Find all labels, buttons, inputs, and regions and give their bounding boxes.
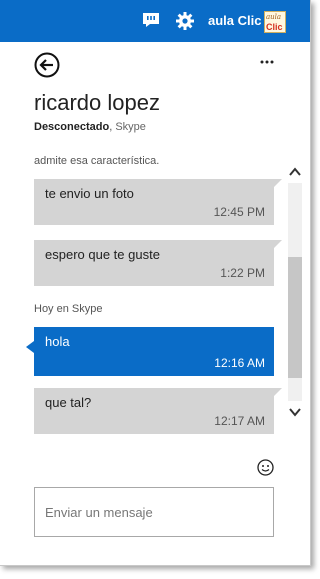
user-name[interactable]: aula Clic <box>208 13 261 28</box>
message-icon[interactable] <box>142 12 160 28</box>
avatar-text-top: aula <box>266 13 282 21</box>
message-time: 12:45 PM <box>213 205 265 219</box>
contact-status: Desconectado <box>34 121 110 133</box>
more-options-icon[interactable] <box>259 56 275 68</box>
back-arrow-icon[interactable] <box>34 52 60 78</box>
scroll-down-icon[interactable] <box>289 407 301 417</box>
contact-status-line: Desconectado, Skype <box>34 121 146 133</box>
message-bubble-sent[interactable]: hola 12:16 AM <box>26 327 274 376</box>
message-bubble[interactable]: te envio un foto 12:45 PM <box>34 179 282 225</box>
message-bubble[interactable]: que tal? 12:17 AM <box>34 388 282 434</box>
scroll-up-icon[interactable] <box>289 167 301 177</box>
message-text: que tal? <box>45 395 92 410</box>
contact-network: Skype <box>115 121 146 133</box>
scrollbar-thumb[interactable] <box>288 257 302 378</box>
day-separator: Hoy en Skype <box>34 303 103 315</box>
message-text: te envio un foto <box>45 186 134 201</box>
skype-window: aula Clic aula Clic ricardo lopez Descon… <box>0 0 311 566</box>
emoticon-icon[interactable] <box>257 459 274 476</box>
message-bubble[interactable]: espero que te guste 1:22 PM <box>34 240 282 286</box>
system-notice: admite esa característica. <box>34 155 160 167</box>
status-separator: , <box>109 121 113 133</box>
contact-name: ricardo lopez <box>34 90 160 115</box>
avatar-text-bottom: Clic <box>266 22 283 32</box>
avatar[interactable]: aula Clic <box>264 11 286 33</box>
message-text: hola <box>45 334 70 349</box>
message-time: 12:17 AM <box>214 414 265 428</box>
message-time: 12:16 AM <box>214 356 265 370</box>
message-input[interactable] <box>34 487 274 537</box>
message-text: espero que te guste <box>45 247 160 262</box>
top-bar: aula Clic aula Clic <box>0 0 310 42</box>
gear-icon[interactable] <box>175 11 195 31</box>
message-time: 1:22 PM <box>220 266 265 280</box>
